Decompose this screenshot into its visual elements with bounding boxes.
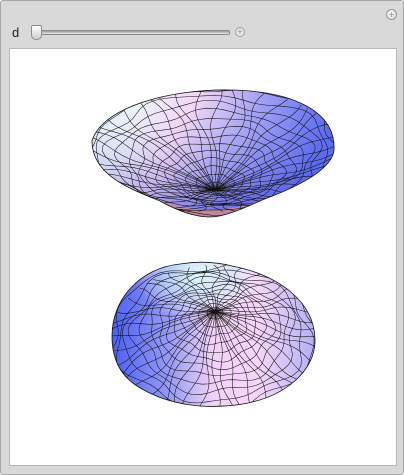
upper-bowl-surface (91, 89, 335, 218)
plot-area (9, 48, 397, 466)
plus-circle-icon[interactable]: + (386, 9, 397, 20)
plot-canvas (91, 89, 335, 407)
manipulate-panel: + d + (0, 0, 404, 475)
lower-dome-surface (111, 261, 316, 407)
parameter-control: d + (12, 23, 245, 41)
slider-track[interactable] (32, 30, 230, 35)
parameter-slider[interactable] (31, 25, 230, 40)
slider-thumb[interactable] (31, 25, 42, 40)
expand-slider-icon[interactable]: + (235, 27, 245, 37)
parameter-label: d (12, 24, 20, 40)
